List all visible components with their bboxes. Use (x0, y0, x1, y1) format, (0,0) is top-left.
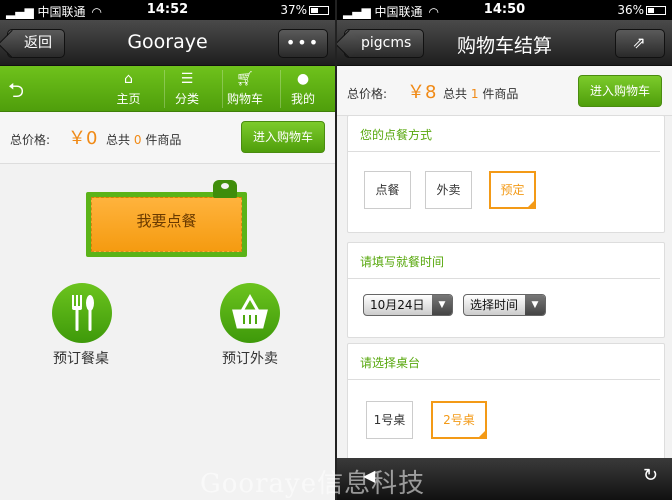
cart-summary: 总价格: ￥8 总共 1 件商品 进入购物车 (337, 66, 672, 116)
status-bar: ▂▄▆ 中国联通 ◠ 14:50 36% (337, 0, 672, 20)
back-button-label: 返回 (24, 35, 52, 51)
browser-toolbar: ◀ ↻ (337, 458, 672, 500)
share-button[interactable]: ⇗ (615, 29, 665, 58)
item-count-text: 总共 0 件商品 (106, 131, 181, 148)
option-reserve[interactable]: 预定 (489, 171, 536, 209)
total-price-label: 总价格: (10, 133, 51, 147)
clip-icon (213, 180, 237, 198)
nav-bar: 返回 Gooraye ••• (0, 20, 335, 66)
order-button-frame: 我要点餐 (86, 180, 247, 257)
menu-item-home[interactable]: ⌂ 主页 (106, 70, 151, 108)
total-price: ￥0 (68, 128, 98, 149)
cutlery-icon (72, 295, 94, 331)
user-icon: ● (296, 71, 310, 87)
refresh-icon[interactable]: ↻ (643, 465, 658, 486)
dining-method-section: 您的点餐方式 点餐 外卖 预定 (347, 115, 665, 233)
total-price-label: 总价格: (347, 87, 388, 101)
menu-item-label: 购物车 (226, 92, 263, 106)
date-select-value: 10月24日 (370, 298, 425, 312)
left-phone-screen: ▂▄▆ 中国联通 ◠ 14:52 37% 返回 Gooraye ••• ⮌ ⌂ 主页… (0, 0, 335, 500)
more-button[interactable]: ••• (278, 29, 328, 58)
count-prefix: 总共 (443, 87, 468, 101)
table-option-1[interactable]: 1号桌 (366, 401, 413, 439)
status-bar: ▂▄▆ 中国联通 ◠ 14:52 37% (0, 0, 335, 20)
browser-back-icon[interactable]: ◀ (363, 466, 375, 485)
menu-item-category[interactable]: ☰ 分类 (164, 70, 209, 108)
date-select[interactable]: 10月24日 ▼ (363, 294, 453, 316)
battery-icon (646, 6, 666, 15)
menu-item-cart[interactable]: 🛒︎ 购物车 (222, 70, 267, 108)
reserve-table-label: 预订餐桌 (53, 351, 109, 367)
item-count-text: 总共 1 件商品 (443, 85, 518, 102)
menu-item-mine[interactable]: ● 我的 (280, 70, 325, 108)
time-select[interactable]: 选择时间 ▼ (463, 294, 546, 316)
table-option-2[interactable]: 2号桌 (431, 401, 487, 439)
order-now-button[interactable]: 我要点餐 (91, 197, 242, 252)
count-prefix: 总共 (106, 133, 131, 147)
menu-bar: ⮌ ⌂ 主页 ☰ 分类 🛒︎ 购物车 ● 我的 (0, 66, 335, 112)
menu-item-label: 分类 (174, 92, 199, 106)
basket-icon (232, 293, 268, 329)
option-takeout[interactable]: 外卖 (425, 171, 472, 209)
chevron-down-icon: ▼ (525, 295, 545, 315)
section-title: 请填写就餐时间 (348, 243, 660, 279)
menu-item-label: 主页 (116, 92, 141, 106)
reserve-takeout-label: 预订外卖 (222, 351, 278, 367)
table-select-section: 请选择桌台 1号桌 2号桌 (347, 343, 665, 463)
count-suffix: 件商品 (482, 87, 519, 101)
dining-time-section: 请填写就餐时间 10月24日 ▼ 选择时间 ▼ (347, 242, 665, 338)
list-icon: ☰ (180, 71, 194, 87)
reserve-takeout-button[interactable] (220, 283, 280, 343)
option-dine-in[interactable]: 点餐 (364, 171, 411, 209)
time-select-value: 选择时间 (470, 298, 519, 312)
battery-icon (309, 6, 329, 15)
section-title: 请选择桌台 (348, 344, 660, 380)
total-price: ￥8 (407, 82, 437, 103)
menu-item-label: 我的 (290, 92, 315, 106)
enter-cart-button[interactable]: 进入购物车 (578, 75, 662, 107)
battery-percent: 36% (617, 3, 644, 17)
section-title: 您的点餐方式 (348, 116, 660, 152)
share-icon: ⇗ (632, 33, 648, 52)
chevron-down-icon: ▼ (432, 295, 452, 315)
return-arrow-icon[interactable]: ⮌ (8, 76, 24, 110)
cart-summary: 总价格: ￥0 总共 0 件商品 进入购物车 (0, 112, 335, 164)
cart-icon: 🛒︎ (236, 71, 254, 87)
item-count: 0 (133, 133, 142, 147)
item-count: 1 (470, 87, 479, 101)
back-button-label: pigcms (361, 35, 412, 51)
right-phone-screen: ▂▄▆ 中国联通 ◠ 14:50 36% pigcms 购物车结算 ⇗ 总价格: … (337, 0, 672, 500)
count-suffix: 件商品 (145, 133, 182, 147)
reserve-table-button[interactable] (52, 283, 112, 343)
enter-cart-button[interactable]: 进入购物车 (241, 121, 325, 153)
home-icon: ⌂ (124, 71, 133, 87)
nav-bar: pigcms 购物车结算 ⇗ (337, 20, 672, 66)
battery-percent: 37% (280, 3, 307, 17)
